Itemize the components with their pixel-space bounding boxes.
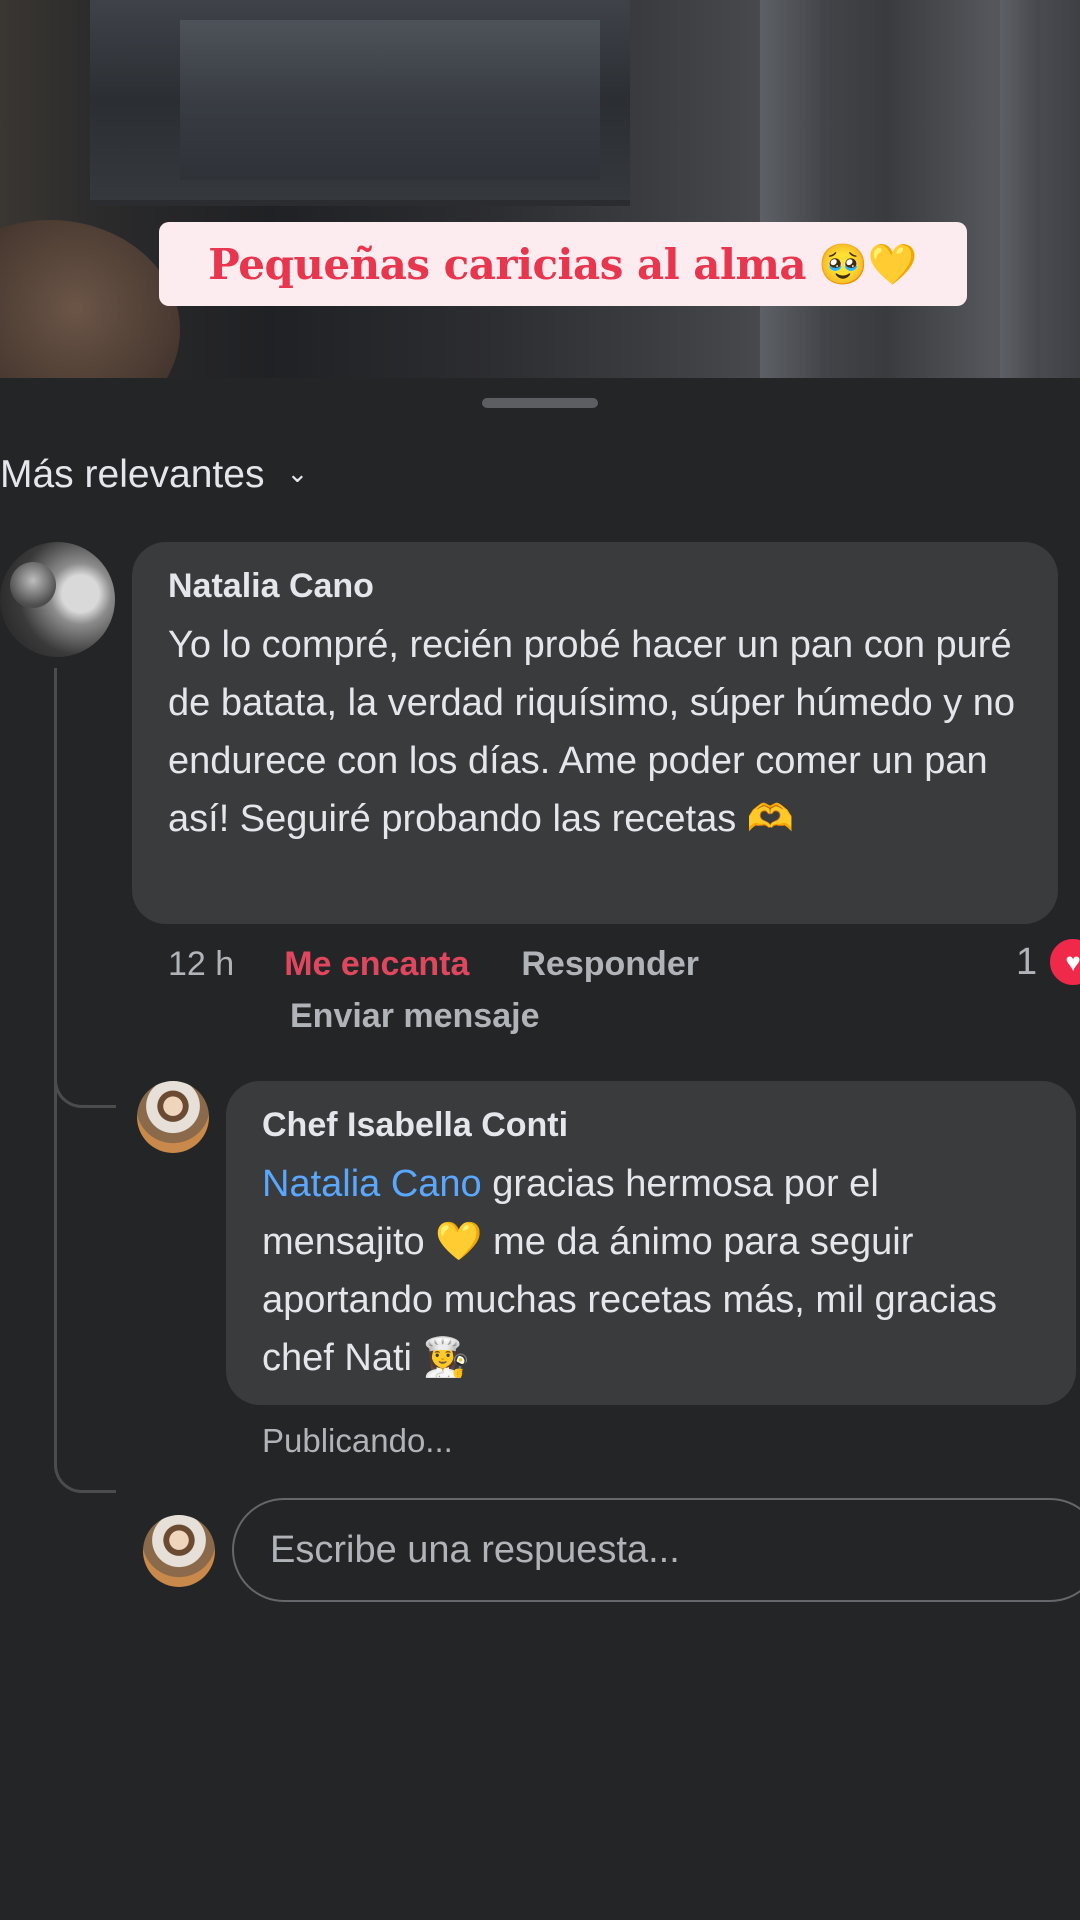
video-scenery [760, 0, 820, 378]
reaction-summary[interactable]: 1 ♥ [1016, 936, 1080, 988]
publishing-status: Publicando... [262, 1422, 453, 1459]
comment-time[interactable]: 12 h [168, 942, 234, 986]
avatar-natalia[interactable] [0, 542, 115, 657]
comment-text: Yo lo compré, recién probé hacer un pan … [168, 624, 1016, 840]
video-background[interactable]: Pequeñas caricias al alma 🥹💛 [0, 0, 1080, 378]
love-reaction-button[interactable]: Me encanta [284, 942, 469, 986]
comment-author[interactable]: Natalia Cano [168, 564, 1022, 608]
caption-text: Pequeñas caricias al alma [208, 239, 807, 289]
comment-actions: 12 h Me encanta Responder [168, 942, 699, 986]
chevron-down-icon: ⌄ [286, 457, 309, 488]
caption-emoji: 🥹💛 [818, 242, 918, 287]
comments-sheet: Más relevantes ⌄ Natalia Cano Yo lo comp… [0, 378, 1080, 1920]
reply-input[interactable] [232, 1498, 1080, 1602]
send-message-button[interactable]: Enviar mensaje [290, 994, 539, 1038]
reply-button[interactable]: Responder [521, 942, 699, 986]
sheet-drag-handle[interactable] [482, 398, 598, 408]
mention-link[interactable]: Natalia Cano [262, 1163, 482, 1205]
reply-author[interactable]: Chef Isabella Conti [262, 1103, 1040, 1147]
thread-connector [54, 668, 116, 1493]
avatar-chef[interactable] [137, 1081, 209, 1153]
sort-dropdown[interactable]: Más relevantes ⌄ [0, 450, 308, 500]
video-scenery [1000, 0, 1040, 378]
reaction-count: 1 [1016, 940, 1038, 983]
sort-label: Más relevantes [0, 453, 265, 496]
reply-text: Natalia Cano gracias hermosa por el mens… [262, 1155, 1040, 1387]
reply-bubble[interactable]: Chef Isabella Conti Natalia Cano gracias… [226, 1081, 1076, 1405]
video-scenery [180, 20, 600, 180]
heart-icon: ♥ [1047, 936, 1080, 988]
video-caption: Pequeñas caricias al alma 🥹💛 [159, 222, 967, 306]
video-scenery [0, 220, 180, 378]
comment-bubble[interactable]: Natalia Cano Yo lo compré, recién probé … [132, 542, 1058, 924]
current-user-avatar [143, 1515, 215, 1587]
